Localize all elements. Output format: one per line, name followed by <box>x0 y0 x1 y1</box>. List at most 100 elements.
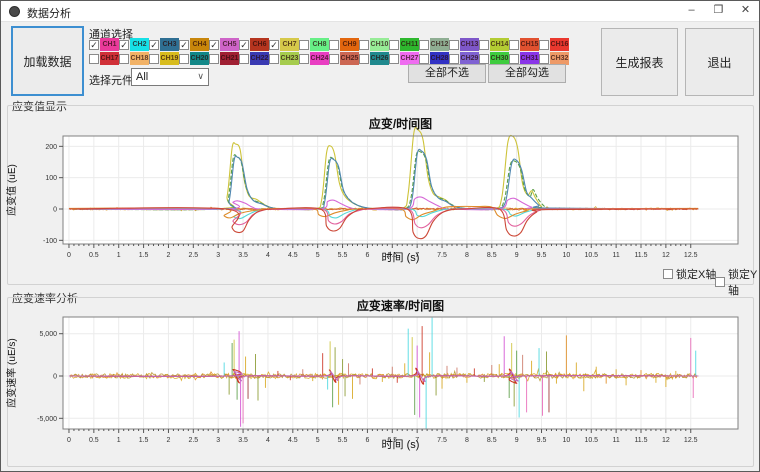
svg-text:0.5: 0.5 <box>89 437 99 444</box>
component-select-label: 选择元件: <box>89 72 136 88</box>
channel-checkbox-CH8[interactable] <box>299 40 309 50</box>
channel-label-CH19: CH19 <box>160 52 179 65</box>
channel-chip-CH22[interactable]: CH22 <box>239 52 269 65</box>
channel-chip-CH21[interactable]: CH21 <box>209 52 239 65</box>
channel-label-CH7: CH7 <box>280 38 299 51</box>
svg-text:9: 9 <box>515 252 519 259</box>
minimize-button[interactable]: – <box>678 1 705 22</box>
svg-text:3: 3 <box>216 252 220 259</box>
channel-checkbox-CH1[interactable]: ✓ <box>89 40 99 50</box>
channel-checkbox-CH22[interactable] <box>239 54 249 64</box>
deselect-all-button[interactable]: 全部不选 <box>408 64 486 83</box>
channel-checkbox-CH11[interactable] <box>389 40 399 50</box>
channel-checkbox-CH9[interactable] <box>329 40 339 50</box>
channel-chip-CH20[interactable]: CH20 <box>179 52 209 65</box>
channel-checkbox-CH4[interactable]: ✓ <box>179 40 189 50</box>
lock-y-checkbox-box[interactable] <box>715 277 725 287</box>
channel-checkbox-CH23[interactable] <box>269 54 279 64</box>
channel-chip-CH6[interactable]: ✓CH6 <box>239 38 269 51</box>
channel-checkbox-CH3[interactable]: ✓ <box>149 40 159 50</box>
channel-checkbox-CH17[interactable] <box>89 54 99 64</box>
svg-text:5.5: 5.5 <box>338 437 348 444</box>
channel-checkbox-CH18[interactable] <box>119 54 129 64</box>
chevron-down-icon: ∨ <box>197 71 204 82</box>
channel-chip-CH18[interactable]: CH18 <box>119 52 149 65</box>
channel-chip-CH24[interactable]: CH24 <box>299 52 329 65</box>
channel-chip-CH15[interactable]: CH15 <box>509 38 539 51</box>
svg-text:2.5: 2.5 <box>188 252 198 259</box>
channel-chip-CH10[interactable]: CH10 <box>359 38 389 51</box>
exit-button[interactable]: 退出 <box>685 28 754 96</box>
maximize-button[interactable]: ❐ <box>705 1 732 22</box>
channel-checkbox-CH5[interactable]: ✓ <box>209 40 219 50</box>
channel-checkbox-CH25[interactable] <box>329 54 339 64</box>
channel-checkbox-CH10[interactable] <box>359 40 369 50</box>
channel-chip-CH23[interactable]: CH23 <box>269 52 299 65</box>
channel-checkbox-CH19[interactable] <box>149 54 159 64</box>
channel-checkbox-CH32[interactable] <box>539 54 549 64</box>
channel-chip-CH17[interactable]: CH17 <box>89 52 119 65</box>
select-all-button[interactable]: 全部勾选 <box>488 64 566 83</box>
channel-chip-CH25[interactable]: CH25 <box>329 52 359 65</box>
channel-checkbox-CH6[interactable]: ✓ <box>239 40 249 50</box>
lock-y-axis-checkbox[interactable]: 锁定Y轴 <box>715 266 759 298</box>
channel-chip-CH11[interactable]: CH11 <box>389 38 419 51</box>
channel-chip-CH2[interactable]: ✓CH2 <box>119 38 149 51</box>
component-dropdown-value: All <box>136 71 148 83</box>
svg-text:时间 (s): 时间 (s) <box>382 438 420 451</box>
data-analysis-window: { "window": { "title": "数据分析", "minimize… <box>0 0 760 472</box>
channel-label-CH26: CH26 <box>370 52 389 65</box>
channel-chip-CH4[interactable]: ✓CH4 <box>179 38 209 51</box>
svg-text:6: 6 <box>365 252 369 259</box>
channel-chip-CH19[interactable]: CH19 <box>149 52 179 65</box>
channel-checkbox-CH26[interactable] <box>359 54 369 64</box>
channel-checkbox-CH7[interactable]: ✓ <box>269 40 279 50</box>
channel-chip-CH9[interactable]: CH9 <box>329 38 359 51</box>
channel-checkbox-CH30[interactable] <box>479 54 489 64</box>
channel-checkbox-CH31[interactable] <box>509 54 519 64</box>
close-button[interactable]: ✕ <box>732 1 759 22</box>
channel-chip-CH1[interactable]: ✓CH1 <box>89 38 119 51</box>
channel-checkbox-CH21[interactable] <box>209 54 219 64</box>
channel-chip-CH26[interactable]: CH26 <box>359 52 389 65</box>
svg-text:200: 200 <box>45 144 57 151</box>
svg-text:10: 10 <box>562 437 570 444</box>
channel-checkbox-CH2[interactable]: ✓ <box>119 40 129 50</box>
svg-text:9.5: 9.5 <box>537 437 547 444</box>
channel-checkbox-CH12[interactable] <box>419 40 429 50</box>
channel-checkbox-CH14[interactable] <box>479 40 489 50</box>
svg-text:3.5: 3.5 <box>238 437 248 444</box>
channel-checkbox-CH27[interactable] <box>389 54 399 64</box>
generate-report-button[interactable]: 生成报表 <box>601 28 678 96</box>
channel-checkbox-CH24[interactable] <box>299 54 309 64</box>
channel-checkbox-CH29[interactable] <box>449 54 459 64</box>
channel-label-CH8: CH8 <box>310 38 329 51</box>
channel-chip-CH16[interactable]: CH16 <box>539 38 569 51</box>
channel-checkbox-CH20[interactable] <box>179 54 189 64</box>
svg-text:5,000: 5,000 <box>39 331 57 338</box>
load-data-button[interactable]: 加载数据 <box>11 26 84 96</box>
channel-checkbox-CH15[interactable] <box>509 40 519 50</box>
channel-label-CH21: CH21 <box>220 52 239 65</box>
channel-label-CH10: CH10 <box>370 38 389 51</box>
channel-chip-CH7[interactable]: ✓CH7 <box>269 38 299 51</box>
channel-chip-CH14[interactable]: CH14 <box>479 38 509 51</box>
svg-text:11.5: 11.5 <box>634 252 647 259</box>
svg-text:100: 100 <box>45 175 57 182</box>
channel-chip-CH8[interactable]: CH8 <box>299 38 329 51</box>
channel-chip-CH13[interactable]: CH13 <box>449 38 479 51</box>
svg-text:10.5: 10.5 <box>584 437 598 444</box>
lock-x-checkbox-box[interactable] <box>663 269 673 279</box>
channel-row-1: ✓CH1✓CH2✓CH3✓CH4✓CH5✓CH6✓CH7CH8CH9CH10CH… <box>89 38 569 51</box>
lock-x-axis-checkbox[interactable]: 锁定X轴 <box>663 266 716 282</box>
channel-chip-CH12[interactable]: CH12 <box>419 38 449 51</box>
channel-chip-CH5[interactable]: ✓CH5 <box>209 38 239 51</box>
channel-label-CH16: CH16 <box>550 38 569 51</box>
lock-y-label: 锁定Y轴 <box>728 266 759 298</box>
channel-checkbox-CH28[interactable] <box>419 54 429 64</box>
channel-chip-CH3[interactable]: ✓CH3 <box>149 38 179 51</box>
channel-checkbox-CH13[interactable] <box>449 40 459 50</box>
component-dropdown[interactable]: All ∨ <box>131 68 209 86</box>
channel-checkbox-CH16[interactable] <box>539 40 549 50</box>
svg-text:10.5: 10.5 <box>584 252 598 259</box>
